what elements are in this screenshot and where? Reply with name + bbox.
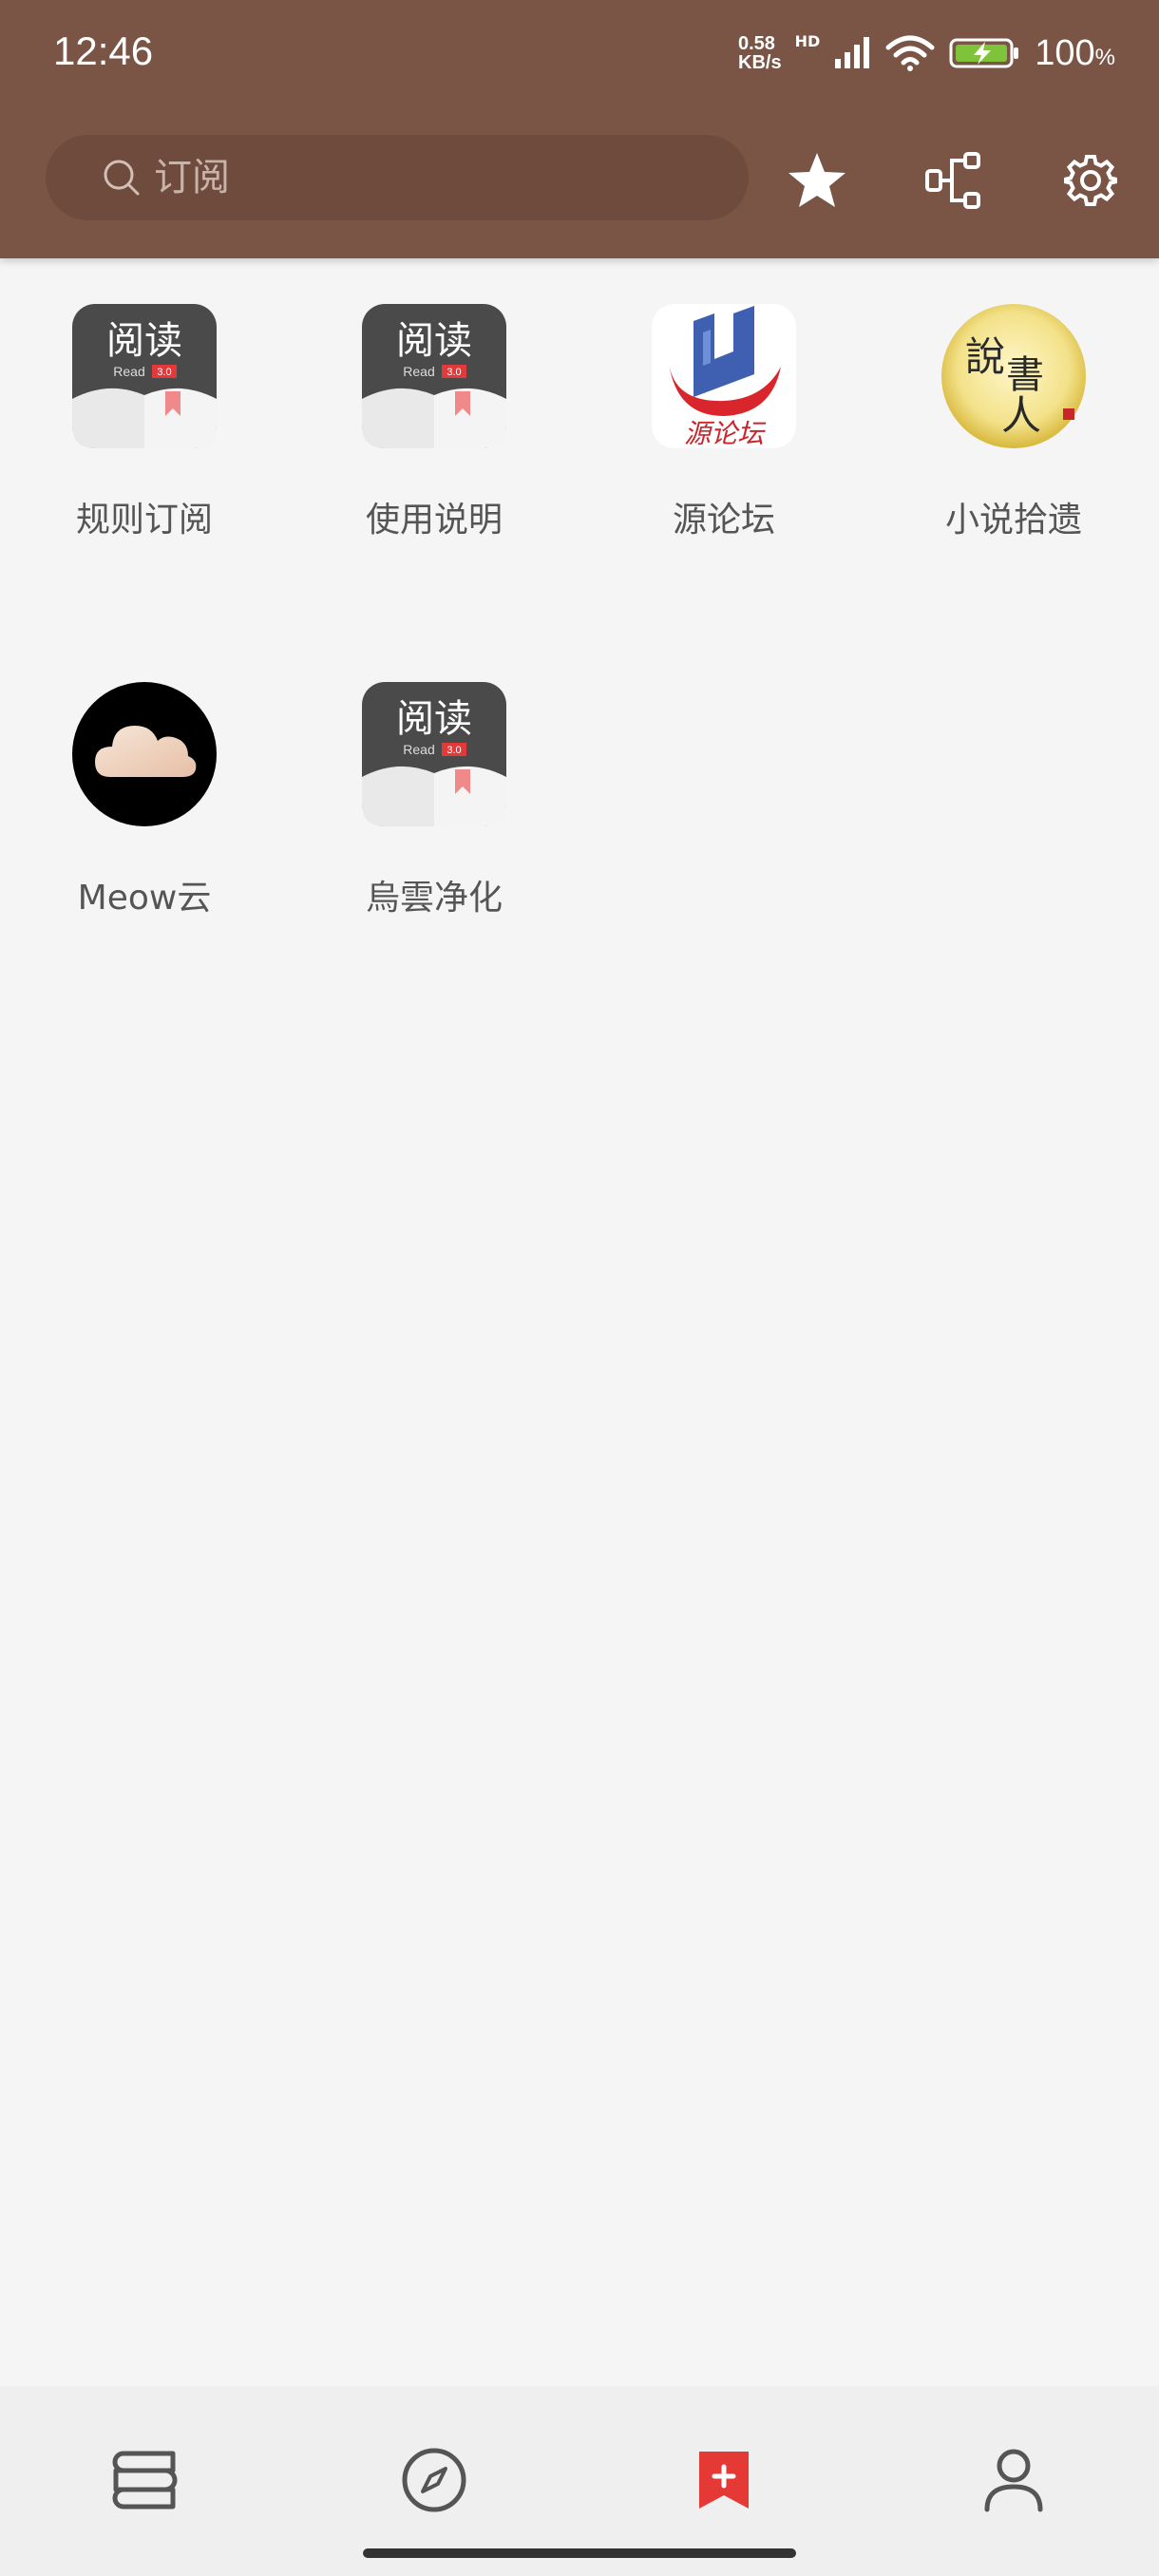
icon-text-version: 3.0 bbox=[446, 745, 461, 756]
person-icon bbox=[984, 2449, 1043, 2512]
battery-percent-value: 100 bbox=[1035, 32, 1095, 73]
shuo-shu-ren-icon: 說 書 人 bbox=[941, 304, 1086, 448]
status-time: 12:46 bbox=[53, 28, 154, 73]
search-icon bbox=[104, 160, 140, 196]
hd-badge: HD bbox=[794, 32, 821, 50]
source-label: 小说拾遗 bbox=[944, 501, 1082, 540]
source-item-usage-guide[interactable]: 阅读 Read 3.0 使用说明 bbox=[311, 304, 558, 541]
source-label: Meow云 bbox=[77, 879, 212, 918]
search-bar[interactable] bbox=[46, 135, 749, 220]
network-speed: 0.58 KB/s bbox=[738, 34, 782, 72]
icon-text: 阅读 bbox=[396, 697, 472, 741]
nav-bookshelf[interactable] bbox=[92, 2428, 197, 2532]
settings-button[interactable] bbox=[1053, 142, 1129, 218]
wifi-icon bbox=[885, 35, 935, 71]
cloud-icon bbox=[72, 682, 217, 826]
star-icon bbox=[788, 153, 846, 207]
app-bar: 12:46 0.58 KB/s HD 100% bbox=[0, 0, 1159, 258]
group-button[interactable] bbox=[916, 142, 992, 218]
icon-text-read: Read bbox=[113, 364, 144, 379]
source-label: 使用说明 bbox=[365, 501, 503, 540]
icon-text: 人 bbox=[1001, 392, 1041, 439]
yuedu-book-icon: 阅读 Read 3.0 bbox=[72, 304, 217, 448]
source-item-novel-collection[interactable]: 說 書 人 小说拾遗 bbox=[890, 304, 1137, 541]
bookshelf-icon bbox=[112, 2451, 178, 2510]
yuedu-book-icon: 阅读 Read 3.0 bbox=[362, 682, 506, 826]
network-speed-value: 0.58 bbox=[738, 33, 775, 54]
source-label: 规则订阅 bbox=[75, 501, 213, 540]
source-item-rule-subscription[interactable]: 阅读 Read 3.0 规则订阅 bbox=[21, 304, 268, 541]
battery-charging-icon bbox=[949, 38, 1019, 68]
signal-icon bbox=[835, 37, 870, 68]
network-speed-unit: KB/s bbox=[738, 52, 782, 73]
source-item-meow-cloud[interactable]: Meow云 bbox=[21, 682, 268, 919]
icon-text: 說 bbox=[965, 333, 1005, 380]
source-label: 烏雲净化 bbox=[365, 879, 503, 918]
forum-logo-icon: 源论坛 bbox=[652, 304, 796, 448]
icon-text-read: Read bbox=[403, 742, 434, 757]
nav-subscription[interactable] bbox=[672, 2428, 776, 2532]
rule-tree-icon bbox=[925, 152, 980, 209]
source-item-wuyun-purify[interactable]: 阅读 Read 3.0 烏雲净化 bbox=[311, 682, 558, 919]
search-input[interactable] bbox=[152, 148, 688, 207]
icon-text-version: 3.0 bbox=[446, 367, 461, 378]
compass-icon bbox=[402, 2448, 466, 2512]
bookmark-plus-icon bbox=[699, 2452, 749, 2509]
favorites-button[interactable] bbox=[779, 142, 855, 218]
icon-text: 阅读 bbox=[396, 319, 472, 363]
icon-text: 源论坛 bbox=[684, 418, 767, 448]
home-indicator[interactable] bbox=[363, 2548, 796, 2558]
icon-text: 阅读 bbox=[106, 319, 182, 363]
gear-icon bbox=[1064, 155, 1117, 206]
bottom-navigation bbox=[0, 2386, 1159, 2576]
icon-text-read: Read bbox=[403, 364, 434, 379]
nav-discover[interactable] bbox=[382, 2428, 486, 2532]
icon-text-version: 3.0 bbox=[157, 367, 171, 378]
battery-percent: 100% bbox=[1035, 33, 1115, 74]
status-indicators: 0.58 KB/s HD 100% bbox=[738, 27, 1115, 80]
nav-profile[interactable] bbox=[961, 2428, 1066, 2532]
icon-text: 書 bbox=[1006, 353, 1044, 397]
yuedu-book-icon: 阅读 Read 3.0 bbox=[362, 304, 506, 448]
battery-percent-unit: % bbox=[1094, 44, 1115, 70]
source-label: 源论坛 bbox=[672, 501, 775, 540]
source-item-source-forum[interactable]: 源论坛 源论坛 bbox=[600, 304, 847, 541]
